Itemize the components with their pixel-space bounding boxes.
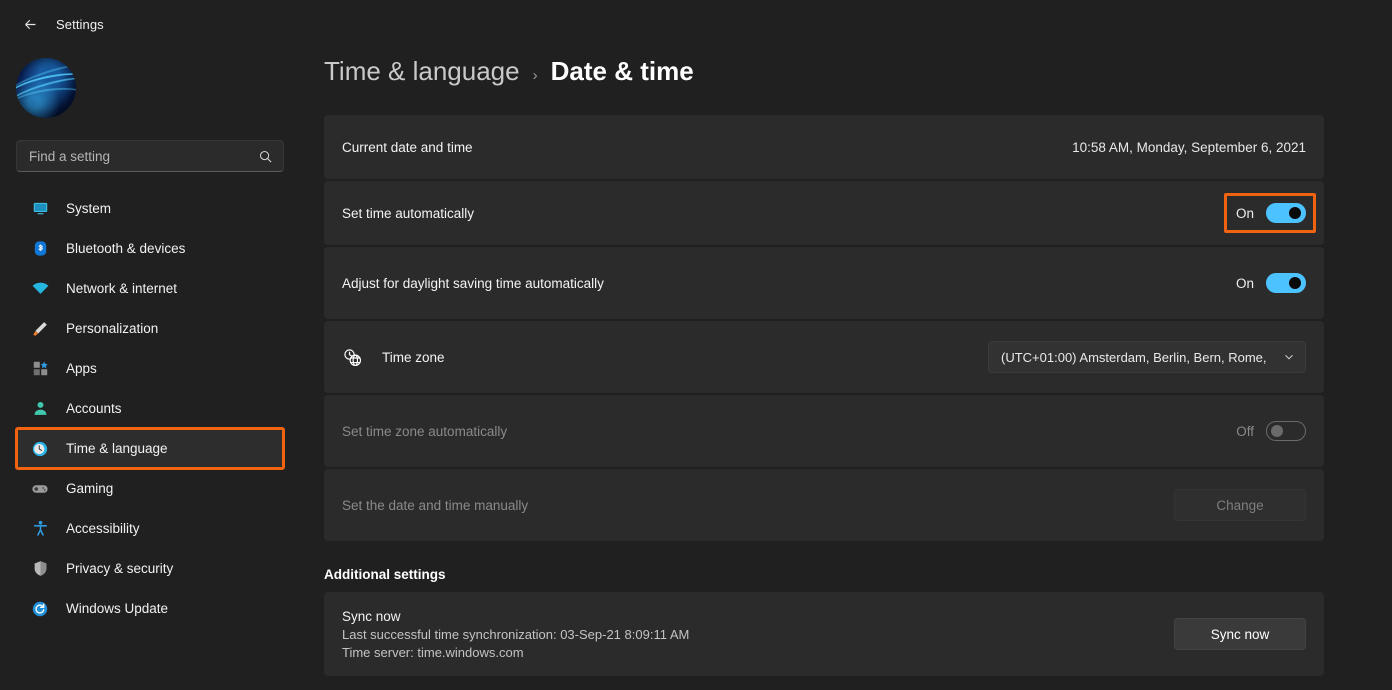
window-title: Settings bbox=[56, 16, 104, 32]
page-title: Date & time bbox=[550, 56, 694, 86]
sidebar-item-label: System bbox=[66, 201, 112, 216]
set-tz-auto-toggle-group[interactable]: Off bbox=[1236, 421, 1306, 441]
sidebar-item-label: Windows Update bbox=[66, 601, 169, 616]
arrow-left-icon bbox=[24, 19, 35, 29]
row-label: Set time automatically bbox=[342, 205, 475, 221]
time-zone-value: (UTC+01:00) Amsterdam, Berlin, Bern, Rom… bbox=[1001, 349, 1267, 365]
back-button[interactable] bbox=[14, 8, 46, 40]
shield-icon bbox=[30, 559, 50, 579]
sidebar-item-label: Gaming bbox=[66, 481, 114, 496]
toggle-state-label: Off bbox=[1236, 423, 1254, 439]
sidebar-item-label: Apps bbox=[66, 361, 97, 376]
set-time-auto-toggle[interactable] bbox=[1266, 203, 1306, 223]
toggle-knob bbox=[1271, 425, 1283, 437]
toggle-knob bbox=[1289, 207, 1301, 219]
row-label: Adjust for daylight saving time automati… bbox=[342, 275, 604, 291]
row-set-date-time-manually: Set the date and time manually Change bbox=[324, 469, 1324, 541]
additional-settings-heading: Additional settings bbox=[324, 567, 446, 582]
sync-title: Sync now bbox=[342, 608, 401, 624]
sidebar-item-label: Privacy & security bbox=[66, 561, 174, 576]
sidebar-item-apps[interactable]: Apps bbox=[16, 350, 284, 387]
sidebar-item-accounts[interactable]: Accounts bbox=[16, 390, 284, 427]
avatar-container[interactable] bbox=[0, 48, 300, 118]
sidebar-nav: System Bluetooth & devices Network & int… bbox=[0, 190, 300, 627]
sync-time-server: Time server: time.windows.com bbox=[342, 644, 524, 660]
toggle-state-label: On bbox=[1235, 205, 1254, 221]
breadcrumb: Time & language › Date & time bbox=[300, 48, 1392, 87]
row-label: Set the date and time manually bbox=[342, 497, 529, 513]
set-tz-auto-toggle[interactable] bbox=[1266, 421, 1306, 441]
settings-window: Settings System bbox=[0, 0, 1392, 690]
row-label: Time zone bbox=[382, 349, 445, 365]
main-content: Time & language › Date & time Current da… bbox=[300, 0, 1392, 690]
title-bar: Settings bbox=[0, 0, 1392, 48]
sidebar-item-bluetooth-devices[interactable]: Bluetooth & devices bbox=[16, 230, 284, 267]
apps-grid-icon bbox=[30, 359, 50, 379]
row-label: Set time zone automatically bbox=[342, 423, 508, 439]
clock-globe-icon bbox=[342, 347, 364, 368]
sidebar-item-accessibility[interactable]: Accessibility bbox=[16, 510, 284, 547]
sidebar-item-label: Time & language bbox=[66, 441, 168, 456]
sidebar-item-personalization[interactable]: Personalization bbox=[16, 310, 284, 347]
paintbrush-icon bbox=[30, 319, 50, 339]
search-input[interactable] bbox=[29, 148, 258, 164]
search-icon bbox=[258, 149, 273, 164]
sidebar-item-windows-update[interactable]: Windows Update bbox=[16, 590, 284, 627]
row-daylight-saving: Adjust for daylight saving time automati… bbox=[324, 247, 1324, 319]
sync-now-button[interactable]: Sync now bbox=[1174, 618, 1306, 650]
gamepad-icon bbox=[30, 479, 50, 499]
sidebar-item-label: Accessibility bbox=[66, 521, 140, 536]
sidebar-item-label: Accounts bbox=[66, 401, 122, 416]
settings-cards: Current date and time 10:58 AM, Monday, … bbox=[324, 115, 1324, 541]
sidebar-item-system[interactable]: System bbox=[16, 190, 284, 227]
sidebar-item-privacy-security[interactable]: Privacy & security bbox=[16, 550, 284, 587]
row-set-time-automatically: Set time automatically On bbox=[324, 181, 1324, 245]
search-box[interactable] bbox=[16, 140, 284, 172]
wifi-icon bbox=[30, 279, 50, 299]
update-refresh-icon bbox=[30, 599, 50, 619]
toggle-state-label: On bbox=[1235, 275, 1254, 291]
bluetooth-icon bbox=[30, 239, 50, 259]
sidebar: System Bluetooth & devices Network & int… bbox=[0, 0, 300, 690]
current-datetime-value: 10:58 AM, Monday, September 6, 2021 bbox=[1072, 139, 1306, 155]
row-time-zone: Time zone (UTC+01:00) Amsterdam, Berlin,… bbox=[324, 321, 1324, 393]
chevron-down-icon bbox=[1283, 351, 1295, 363]
sidebar-item-time-language[interactable]: Time & language bbox=[15, 427, 285, 470]
clock-icon bbox=[30, 439, 50, 459]
set-time-auto-toggle-group[interactable]: On bbox=[1223, 193, 1316, 233]
sidebar-item-label: Bluetooth & devices bbox=[66, 241, 186, 256]
sidebar-item-label: Personalization bbox=[66, 321, 159, 336]
toggle-knob bbox=[1289, 277, 1301, 289]
row-current-date-time: Current date and time 10:58 AM, Monday, … bbox=[324, 115, 1324, 179]
breadcrumb-separator-icon: › bbox=[532, 67, 538, 84]
breadcrumb-parent[interactable]: Time & language bbox=[324, 56, 520, 87]
change-button[interactable]: Change bbox=[1174, 489, 1306, 521]
time-zone-dropdown[interactable]: (UTC+01:00) Amsterdam, Berlin, Bern, Rom… bbox=[988, 341, 1306, 373]
avatar[interactable] bbox=[16, 58, 76, 118]
row-set-time-zone-automatically: Set time zone automatically Off bbox=[324, 395, 1324, 467]
sync-last-synchronization: Last successful time synchronization: 03… bbox=[342, 626, 690, 642]
sidebar-item-label: Network & internet bbox=[66, 281, 178, 296]
daylight-saving-toggle-group[interactable]: On bbox=[1236, 273, 1306, 293]
person-icon bbox=[30, 399, 50, 419]
row-label: Current date and time bbox=[342, 139, 473, 155]
sidebar-item-gaming[interactable]: Gaming bbox=[16, 470, 284, 507]
row-sync-now: Sync now Last successful time synchroniz… bbox=[324, 592, 1324, 676]
accessibility-icon bbox=[30, 519, 50, 539]
sidebar-item-network-internet[interactable]: Network & internet bbox=[16, 270, 284, 307]
monitor-icon bbox=[30, 199, 50, 219]
daylight-saving-toggle[interactable] bbox=[1266, 273, 1306, 293]
